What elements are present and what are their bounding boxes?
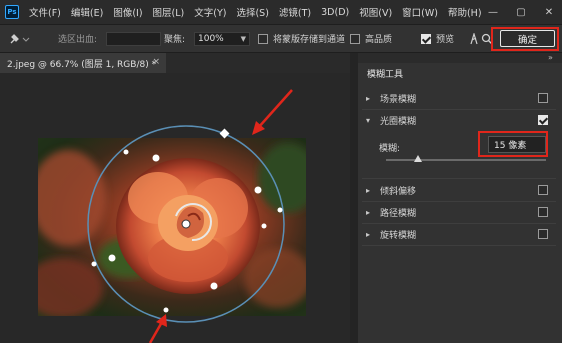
high-quality-label: 高品质 bbox=[365, 35, 393, 45]
focus-label: 聚焦: bbox=[164, 35, 186, 45]
panel-item-path-blur[interactable]: ▸ 路径模糊 bbox=[358, 201, 562, 223]
panel-item-field-blur[interactable]: ▸ 场景模糊 bbox=[358, 87, 562, 109]
chevron-right-icon: ▸ bbox=[366, 207, 371, 217]
close-window-button[interactable]: ✕ bbox=[534, 0, 562, 24]
path-blur-label: 路径模糊 bbox=[380, 208, 417, 219]
collapse-panel-icon[interactable]: » bbox=[548, 53, 553, 62]
focus-select[interactable]: 100% ▼ bbox=[194, 31, 250, 46]
focus-value: 100% bbox=[198, 33, 224, 44]
options-bar: 选区出血: 聚焦: 100% ▼ 将蒙版存储到通道 高品质 预览 bbox=[0, 24, 562, 53]
panel-item-spin-blur[interactable]: ▸ 旋转模糊 bbox=[358, 223, 562, 245]
tilt-shift-label: 倾斜偏移 bbox=[380, 186, 417, 197]
document-tab[interactable]: 2.jpeg @ 66.7% (图层 1, RGB/8) * × bbox=[0, 53, 166, 73]
menu-image[interactable]: 图像(I) bbox=[108, 5, 147, 19]
selection-bleed-field[interactable] bbox=[106, 31, 161, 46]
menu-filter[interactable]: 滤镜(T) bbox=[274, 5, 316, 19]
menu-layer[interactable]: 图层(L) bbox=[148, 5, 190, 19]
spin-blur-checkbox[interactable] bbox=[538, 229, 548, 239]
chevron-right-icon: ▸ bbox=[366, 229, 371, 239]
rose-photo bbox=[38, 138, 306, 316]
panel-divider bbox=[350, 53, 358, 343]
chevron-down-icon: ▾ bbox=[366, 115, 371, 125]
high-quality-option[interactable]: 高品质 bbox=[350, 25, 392, 52]
restore-button[interactable]: ▢ bbox=[506, 0, 536, 24]
chevron-right-icon: ▸ bbox=[366, 93, 371, 103]
field-blur-checkbox[interactable] bbox=[538, 93, 548, 103]
blur-amount-highlight bbox=[478, 131, 548, 157]
menu-select[interactable]: 选择(S) bbox=[231, 5, 273, 19]
preview-option[interactable]: 预览 bbox=[421, 25, 454, 52]
document-title: 2.jpeg @ 66.7% (图层 1, RGB/8) * bbox=[7, 59, 157, 70]
save-mask-checkbox[interactable] bbox=[258, 33, 268, 44]
tilt-shift-checkbox[interactable] bbox=[538, 185, 548, 195]
blur-amount-label: 模糊: bbox=[379, 144, 401, 154]
selection-bleed-label: 选区出血: bbox=[58, 35, 98, 45]
menu-window[interactable]: 窗口(W) bbox=[397, 5, 443, 19]
pin-icon[interactable] bbox=[8, 25, 30, 52]
blur-slider-track[interactable] bbox=[386, 159, 546, 161]
save-mask-option[interactable]: 将蒙版存储到通道 bbox=[258, 25, 345, 52]
blur-slider-thumb[interactable] bbox=[414, 155, 422, 162]
panel-item-tilt-shift[interactable]: ▸ 倾斜偏移 bbox=[358, 179, 562, 201]
remove-pin-icon[interactable] bbox=[468, 25, 480, 52]
chevron-right-icon: ▸ bbox=[366, 185, 371, 195]
iris-blur-label: 光圈模糊 bbox=[380, 116, 417, 127]
menu-3d[interactable]: 3D(D) bbox=[316, 7, 354, 18]
path-blur-checkbox[interactable] bbox=[538, 207, 548, 217]
photoshop-logo-icon: Ps bbox=[5, 5, 19, 19]
field-blur-label: 场景模糊 bbox=[380, 94, 417, 105]
menu-edit[interactable]: 编辑(E) bbox=[66, 5, 108, 19]
menu-file[interactable]: 文件(F) bbox=[24, 5, 66, 19]
menu-type[interactable]: 文字(Y) bbox=[189, 5, 231, 19]
tab-blur-tools[interactable]: 模糊工具 bbox=[361, 64, 409, 83]
menu-view[interactable]: 视图(V) bbox=[354, 5, 397, 19]
spin-blur-label: 旋转模糊 bbox=[380, 230, 417, 241]
close-tab-icon[interactable]: × bbox=[152, 57, 160, 67]
panel-item-iris-blur[interactable]: ▾ 光圈模糊 bbox=[358, 109, 562, 131]
focus-field-wrap: 100% ▼ bbox=[194, 25, 250, 52]
minimize-button[interactable]: — bbox=[478, 0, 508, 24]
panel-separator bbox=[362, 245, 556, 246]
iris-blur-checkbox[interactable] bbox=[538, 115, 548, 125]
selection-bleed-field-wrap bbox=[106, 25, 161, 52]
high-quality-checkbox[interactable] bbox=[350, 33, 360, 44]
ok-button-highlight bbox=[491, 27, 559, 51]
chevron-down-icon: ▼ bbox=[240, 34, 246, 43]
save-mask-label: 将蒙版存储到通道 bbox=[273, 35, 346, 45]
preview-label: 预览 bbox=[436, 35, 455, 45]
preview-checkbox[interactable] bbox=[421, 33, 431, 44]
